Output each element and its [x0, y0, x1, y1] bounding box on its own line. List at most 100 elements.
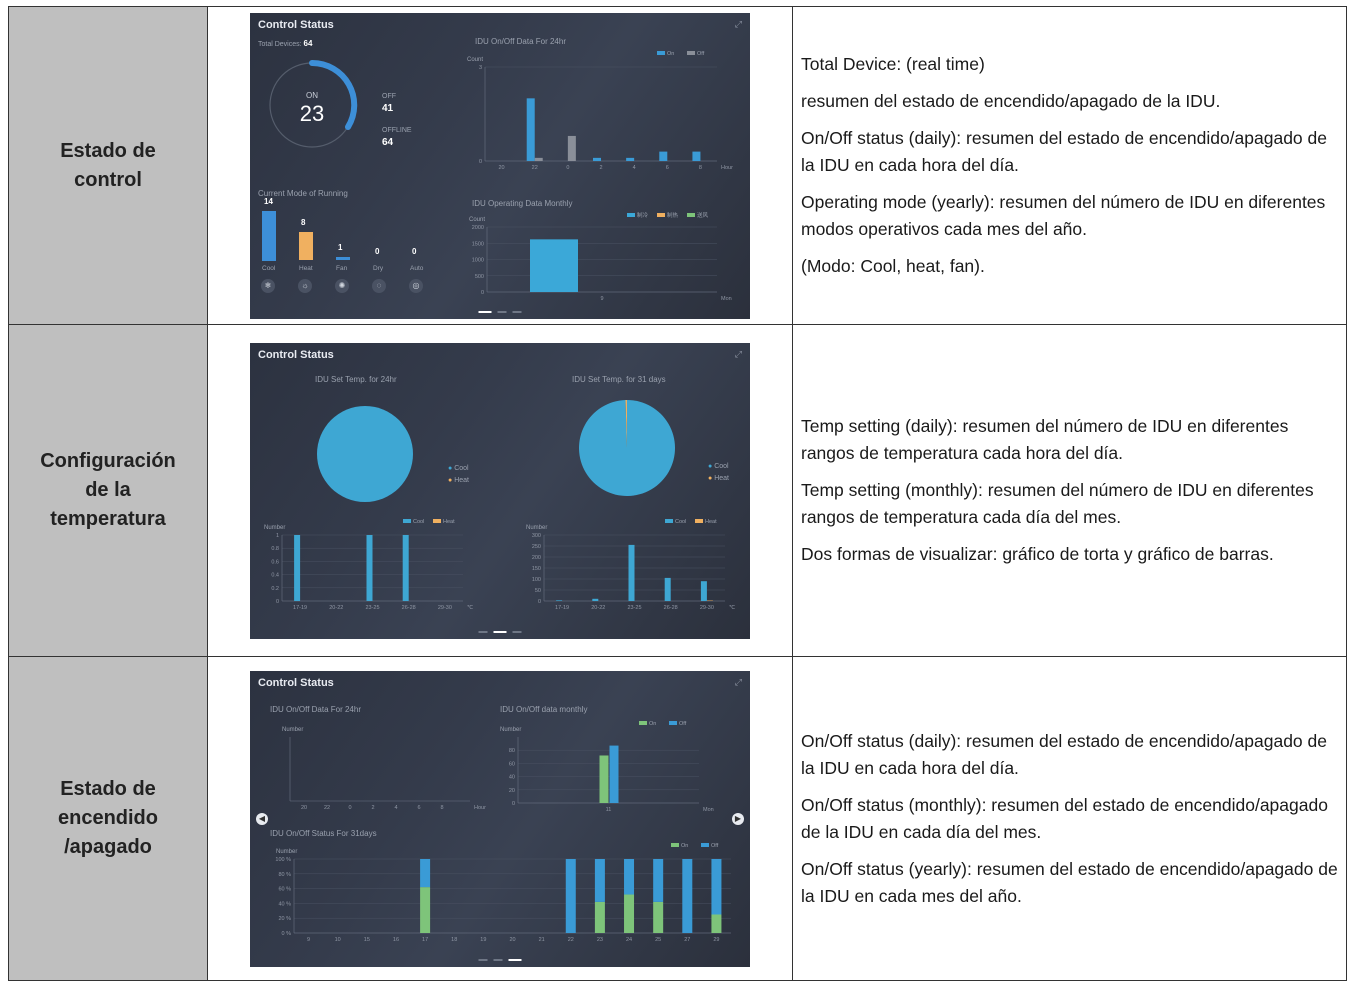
- page-dot[interactable]: [508, 958, 522, 961]
- page-dots: [478, 958, 522, 961]
- x-tick-label: 26-28: [664, 605, 678, 611]
- offline-value: 64: [382, 136, 394, 148]
- expand-icon[interactable]: ⤢: [735, 349, 742, 360]
- desc-line: Total Device: (real time): [801, 54, 985, 74]
- legend-label: 送风: [697, 211, 709, 219]
- x-tick-label: 20: [499, 165, 505, 171]
- x-axis-unit: ℃: [467, 605, 474, 611]
- pie1-legend-heat: ● Heat: [448, 476, 469, 484]
- legend-swatch: [639, 720, 647, 725]
- bar-off: [534, 157, 543, 161]
- legend-label: On: [667, 51, 674, 57]
- description-cell: Temp setting (daily): resumen del número…: [792, 324, 1347, 657]
- x-tick-label: 10: [335, 937, 341, 943]
- y-axis-label: Count: [467, 57, 483, 63]
- x-tick-label: 29-30: [700, 605, 714, 611]
- sun-icon[interactable]: ☼: [298, 278, 312, 293]
- legend-label: Cool: [413, 519, 424, 525]
- prev-arrow[interactable]: ◀: [256, 812, 268, 825]
- fan-icon[interactable]: ✺: [335, 278, 349, 293]
- x-tick-label: 20-22: [591, 605, 605, 611]
- screenshot-cell: Control Status ⤢ Total Devices: 64 ON 23…: [207, 6, 793, 325]
- page-dots: [478, 630, 522, 633]
- mode-label: Cool: [262, 264, 276, 272]
- auto-icon[interactable]: ◎: [409, 278, 423, 293]
- mode-label: Fan: [336, 264, 348, 272]
- next-arrow[interactable]: ▶: [732, 812, 744, 825]
- page-dots: [478, 310, 522, 313]
- y-tick-label: 60: [509, 761, 515, 767]
- pie2-legend-heat: ● Heat: [708, 474, 729, 482]
- x-tick-label: 22: [532, 165, 538, 171]
- description-cell: Total Device: (real time) resumen del es…: [792, 6, 1347, 325]
- monthly-chart: Count 0 500 1000 1500 2000 9 Mon 制冷 制热 送风: [469, 211, 732, 302]
- desc-line: Operating mode (yearly): resumen del núm…: [801, 192, 1326, 239]
- legend-label: On: [649, 721, 656, 727]
- x-tick-label: 9: [307, 937, 310, 943]
- x-tick-label: 8: [699, 165, 702, 171]
- x-tick-label: 15: [364, 937, 370, 943]
- legend-swatch: [687, 212, 695, 217]
- x-tick-label: 18: [451, 937, 457, 943]
- off-value: 41: [382, 102, 394, 114]
- page-dot[interactable]: [493, 958, 503, 961]
- page-dot[interactable]: [478, 958, 488, 961]
- desc-line: Temp setting (daily): resumen del número…: [801, 416, 1289, 463]
- page-dot[interactable]: [497, 310, 507, 313]
- daily-title: IDU On/Off Data For 24hr: [270, 704, 361, 714]
- x-tick-label: 25: [655, 937, 661, 943]
- status-31days-chart: Number 0 % 20 % 40 % 60 % 80 % 100 % 9 10 15 16 17 1…: [275, 842, 731, 943]
- bar-on: [711, 914, 722, 933]
- y-tick-label: 20 %: [278, 916, 291, 922]
- x-tick-label: 2: [371, 805, 374, 811]
- x-tick-label: 4: [633, 165, 636, 171]
- y-tick-label: 0.8: [271, 546, 279, 552]
- page-dot[interactable]: [512, 310, 522, 313]
- legend-swatch: [433, 518, 441, 523]
- legend-label: 制热: [667, 211, 679, 219]
- y-tick-label: 2000: [472, 225, 484, 231]
- screen-title: Control Status: [258, 18, 334, 31]
- x-tick-label: 6: [666, 165, 669, 171]
- bar-cool: [556, 599, 563, 601]
- bar-off: [565, 858, 576, 933]
- mode-value: 1: [338, 242, 343, 252]
- monthly-onoff-chart: Number 0 20 40 60 80 11 Mon On Off: [500, 720, 714, 813]
- y-axis-label: Number: [264, 525, 285, 531]
- page-dot[interactable]: [512, 630, 522, 633]
- y-tick-label: 250: [532, 544, 541, 550]
- page-dot[interactable]: [493, 630, 507, 633]
- y-tick-label: 0.2: [271, 585, 279, 591]
- bar-on: [593, 157, 601, 161]
- y-tick-label: 60 %: [278, 886, 291, 892]
- drop-icon[interactable]: ◌: [372, 278, 386, 293]
- bar-off: [567, 135, 576, 161]
- onoff-screen: Control Status ⤢ IDU On/Off Data For 24h…: [250, 670, 750, 967]
- y-axis-label: Number: [500, 727, 521, 733]
- row-label: Estado de encendido /apagado: [8, 656, 208, 981]
- bar-cool: [294, 534, 301, 601]
- expand-icon[interactable]: ⤢: [735, 677, 742, 688]
- y-tick-label: 300: [532, 533, 541, 539]
- x-tick-label: 20: [301, 805, 307, 811]
- expand-icon[interactable]: ⤢: [735, 19, 742, 30]
- x-tick-label: 2: [599, 165, 602, 171]
- x-tick-label: 20: [509, 937, 515, 943]
- row-label: Estado de control: [8, 6, 208, 325]
- bar-on: [599, 754, 609, 803]
- page-dot[interactable]: [478, 630, 488, 633]
- y-tick-label: 200: [532, 555, 541, 561]
- status-title: IDU On/Off Status For 31days: [270, 828, 377, 838]
- y-tick-label: 3: [479, 65, 482, 71]
- bar-on: [624, 894, 635, 933]
- mode-value: 8: [301, 217, 306, 227]
- desc-line: On/Off status (daily): resumen del estad…: [801, 128, 1327, 175]
- snowflake-icon[interactable]: ❄: [261, 278, 275, 293]
- bar-on: [420, 886, 431, 933]
- screen-title: Control Status: [258, 676, 334, 689]
- y-tick-label: 40: [509, 774, 515, 780]
- legend-swatch: [669, 720, 677, 725]
- y-tick-label: 0 %: [282, 931, 292, 937]
- page-dot[interactable]: [478, 310, 492, 313]
- bar-on: [653, 901, 664, 933]
